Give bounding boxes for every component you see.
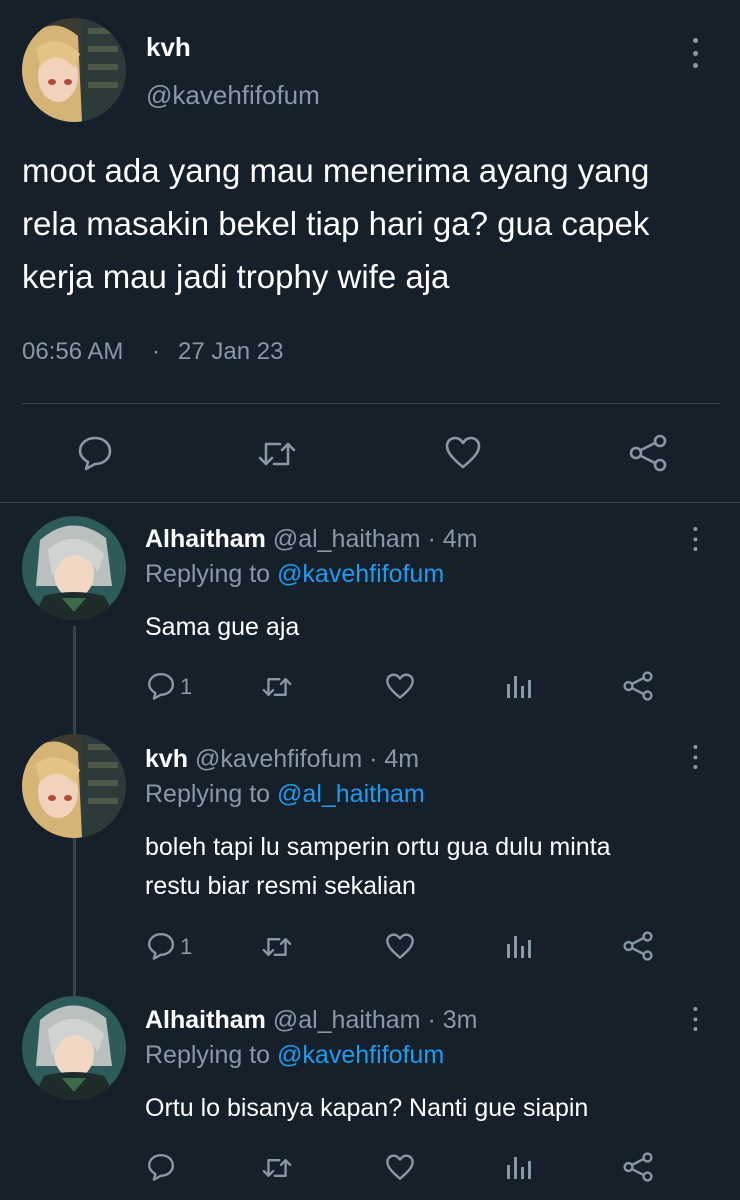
retweet-icon[interactable] bbox=[256, 436, 298, 472]
tweet-time[interactable]: 06:56 AM bbox=[22, 338, 123, 366]
reply-text-line: restu biar resmi sekalian bbox=[145, 872, 416, 900]
tweet-date[interactable]: 27 Jan 23 bbox=[178, 338, 283, 366]
replying-to: Replying to @kavehfifofum bbox=[145, 1041, 444, 1070]
replying-to-label: Replying to bbox=[145, 780, 271, 808]
reply-time[interactable]: · 4m bbox=[427, 525, 477, 553]
divider bbox=[22, 403, 720, 404]
more-vertical-icon[interactable] bbox=[690, 38, 700, 68]
avatar[interactable] bbox=[22, 516, 126, 620]
retweet-icon[interactable] bbox=[260, 1154, 294, 1182]
comment-icon[interactable] bbox=[76, 434, 114, 472]
tweet-text-line: rela masakin bekel tiap hari ga? gua cap… bbox=[22, 205, 650, 242]
replying-to-mention[interactable]: @al_haitham bbox=[277, 780, 425, 808]
reply-handle[interactable]: @kavehfifofum bbox=[195, 745, 362, 773]
reply-text-line: Ortu lo bisanya kapan? Nanti gue siapin bbox=[145, 1094, 589, 1122]
share-icon[interactable] bbox=[622, 671, 654, 701]
reply-count: 1 bbox=[180, 934, 193, 959]
reply-handle[interactable]: @al_haitham bbox=[273, 525, 421, 553]
reply-display-name[interactable]: Alhaitham bbox=[145, 525, 266, 553]
bar-chart-icon[interactable] bbox=[505, 932, 533, 960]
more-vertical-icon[interactable] bbox=[691, 745, 699, 769]
heart-icon[interactable] bbox=[385, 673, 415, 700]
avatar[interactable] bbox=[22, 734, 126, 838]
replying-to-label: Replying to bbox=[145, 560, 271, 588]
reply-text-line: Sama gue aja bbox=[145, 613, 300, 641]
reply-count: 1 bbox=[180, 674, 193, 699]
avatar[interactable] bbox=[22, 18, 126, 122]
replying-to-label: Replying to bbox=[145, 1041, 271, 1069]
reply-display-name[interactable]: kvh bbox=[145, 745, 188, 773]
comment-icon[interactable] bbox=[146, 931, 176, 961]
replying-to: Replying to @al_haitham bbox=[145, 780, 425, 809]
heart-icon[interactable] bbox=[385, 1154, 415, 1181]
reply-display-name[interactable]: Alhaitham bbox=[145, 1006, 266, 1034]
reply-header: kvh @kavehfifofum · 4m bbox=[145, 745, 419, 774]
heart-icon[interactable] bbox=[444, 436, 482, 470]
comment-icon[interactable] bbox=[146, 1152, 176, 1182]
share-icon[interactable] bbox=[622, 931, 654, 961]
meta-separator: · bbox=[152, 338, 160, 365]
bar-chart-icon[interactable] bbox=[505, 672, 533, 700]
more-vertical-icon[interactable] bbox=[691, 1007, 699, 1031]
reply-handle[interactable]: @al_haitham bbox=[273, 1006, 421, 1034]
author-display-name[interactable]: kvh bbox=[146, 32, 191, 63]
author-handle[interactable]: @kavehfifofum bbox=[146, 80, 320, 111]
share-icon[interactable] bbox=[628, 434, 668, 472]
bar-chart-icon[interactable] bbox=[505, 1153, 533, 1181]
reply-time[interactable]: · 4m bbox=[369, 745, 419, 773]
reply-text-line: boleh tapi lu samperin ortu gua dulu min… bbox=[145, 833, 611, 861]
share-icon[interactable] bbox=[622, 1152, 654, 1182]
replying-to-mention[interactable]: @kavehfifofum bbox=[277, 1041, 444, 1069]
heart-icon[interactable] bbox=[385, 933, 415, 960]
reply-header: Alhaitham @al_haitham · 3m bbox=[145, 1006, 477, 1035]
reply-header: Alhaitham @al_haitham · 4m bbox=[145, 525, 477, 554]
replying-to-mention[interactable]: @kavehfifofum bbox=[277, 560, 444, 588]
avatar[interactable] bbox=[22, 996, 126, 1100]
more-vertical-icon[interactable] bbox=[691, 527, 699, 551]
tweet-text-line: kerja mau jadi trophy wife aja bbox=[22, 258, 450, 295]
tweet-text-line: moot ada yang mau menerima ayang yang bbox=[22, 152, 650, 189]
retweet-icon[interactable] bbox=[260, 933, 294, 961]
divider bbox=[0, 502, 740, 503]
comment-icon[interactable] bbox=[146, 671, 176, 701]
retweet-icon[interactable] bbox=[260, 673, 294, 701]
replying-to: Replying to @kavehfifofum bbox=[145, 560, 444, 589]
reply-time[interactable]: · 3m bbox=[427, 1006, 477, 1034]
